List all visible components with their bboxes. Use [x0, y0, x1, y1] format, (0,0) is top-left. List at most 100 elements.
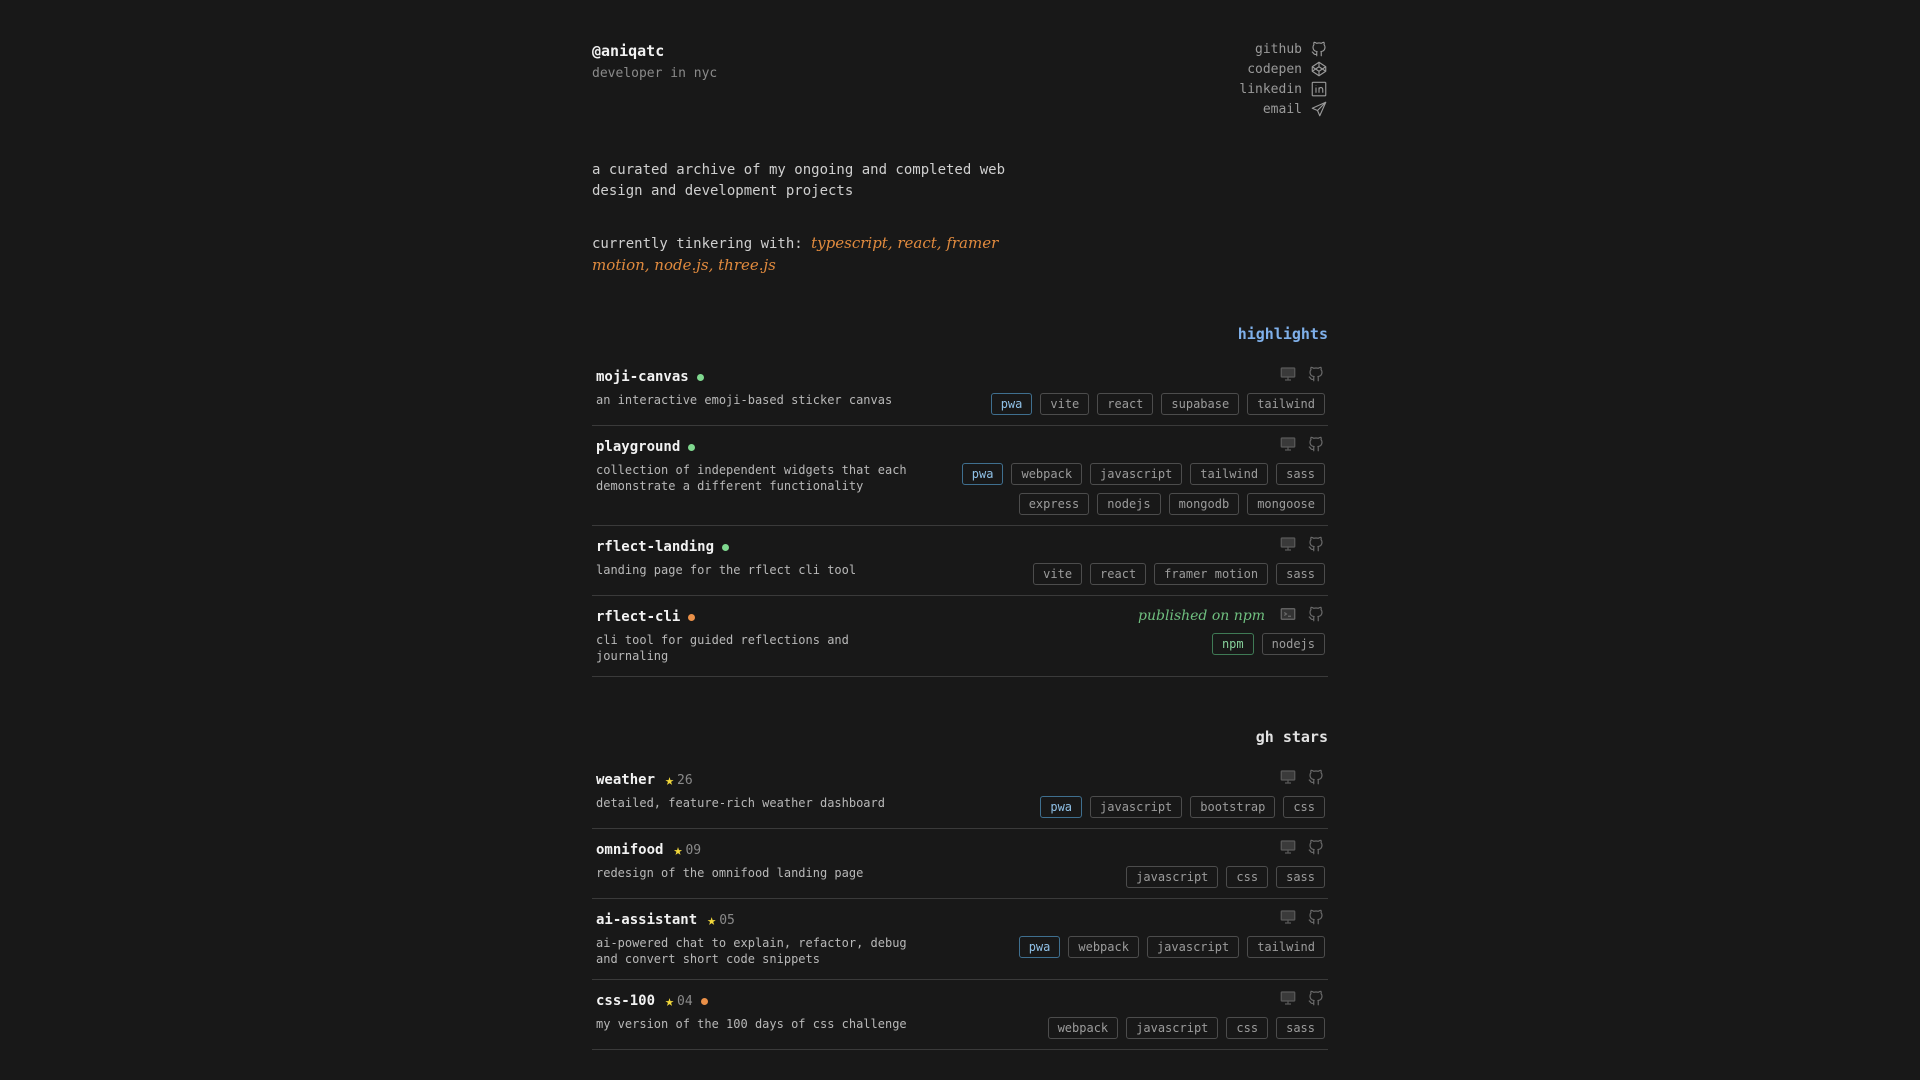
project-name[interactable]: moji-canvas [596, 369, 689, 385]
monitor-icon [1280, 991, 1296, 1005]
linkedin-link[interactable]: linkedin [1239, 80, 1328, 98]
github-icon [1308, 769, 1323, 785]
project-name[interactable]: rflect-landing [596, 539, 714, 555]
send-icon [1311, 101, 1327, 117]
project-meta: vite react framer motion sass [1033, 535, 1325, 585]
project-name[interactable]: css-100 [596, 993, 655, 1009]
tinkering-text: currently tinkering with: typescript, re… [592, 233, 1012, 277]
github-link[interactable] [1307, 768, 1325, 790]
github-link[interactable] [1307, 989, 1325, 1011]
project-name[interactable]: weather [596, 772, 655, 788]
project-meta: published on npm npm nodejs [1138, 605, 1325, 655]
github-link[interactable] [1307, 605, 1325, 627]
header: @aniqatc developer in nyc github codepen… [592, 0, 1328, 140]
tag-list: webpack javascript css sass [1047, 1017, 1325, 1039]
tech-tag: nodejs [1261, 633, 1325, 655]
star-count: 05 [719, 912, 735, 928]
tech-tag: nodejs [1097, 493, 1161, 515]
monitor-link[interactable] [1279, 838, 1297, 860]
tag-list: pwa webpack javascript tailwind [1018, 936, 1325, 958]
tech-tag: webpack [1011, 463, 1083, 485]
github-link[interactable] [1307, 535, 1325, 557]
tag-list: vite react framer motion sass [1033, 563, 1325, 585]
terminal-icon [1280, 608, 1296, 620]
tech-tag: vite [1040, 393, 1090, 415]
monitor-link[interactable] [1279, 989, 1297, 1011]
linkedin-link-label: linkedin [1239, 81, 1302, 97]
star-count: 09 [685, 842, 702, 858]
codepen-link[interactable]: codepen [1247, 60, 1328, 78]
tech-tag: css [1283, 796, 1325, 818]
project-links [1279, 908, 1325, 930]
project-description: redesign of the omnifood landing page [596, 866, 864, 880]
project-meta: pwa vite react supabase tailwind [990, 365, 1325, 415]
github-link[interactable] [1307, 908, 1325, 930]
email-link[interactable]: email [1263, 100, 1328, 118]
project-name[interactable]: playground [596, 439, 680, 455]
monitor-link[interactable] [1279, 908, 1297, 930]
tech-tag: vite [1033, 563, 1083, 585]
monitor-icon [1280, 840, 1296, 854]
project-description: landing page for the rflect cli tool [596, 563, 857, 577]
project-description: cli tool for guided reflections and jour… [596, 633, 849, 663]
github-link[interactable] [1307, 365, 1325, 387]
github-icon [1308, 606, 1323, 622]
tech-tag: css [1226, 866, 1269, 888]
project-links: published on npm [1138, 605, 1325, 627]
tech-tag: tailwind [1190, 463, 1269, 485]
github-icon [1308, 366, 1323, 382]
github-link-label: github [1255, 41, 1302, 57]
monitor-link[interactable] [1279, 535, 1297, 557]
project-item: moji-canvas an interactive emoji-based st… [592, 356, 1328, 426]
tag-list: pwa vite react supabase tailwind [990, 393, 1325, 415]
github-link[interactable]: github [1255, 40, 1328, 58]
github-link[interactable] [1307, 838, 1325, 860]
tag-list: javascript css sass [1126, 866, 1325, 888]
tech-tag: sass [1276, 463, 1325, 485]
email-link-label: email [1262, 101, 1302, 117]
project-description: collection of independent widgets that e… [596, 463, 907, 493]
published-note: published on npm [1138, 608, 1265, 624]
tech-tag: sass [1276, 1017, 1325, 1039]
tech-tag: javascript [1090, 796, 1183, 818]
project-name[interactable]: omnifood [596, 842, 663, 858]
status-dot [700, 997, 708, 1005]
project-links [1279, 365, 1325, 387]
tech-tag: bootstrap [1190, 796, 1276, 818]
star-count: 04 [677, 993, 693, 1009]
project-description: detailed, feature-rich weather dashboard [596, 796, 885, 810]
github-link[interactable] [1307, 435, 1325, 457]
tech-tag: javascript [1146, 936, 1240, 958]
github-icon [1311, 41, 1326, 57]
terminal-link[interactable] [1279, 605, 1297, 627]
site-handle: @aniqatc [592, 42, 665, 60]
project-item: ai-assistant ★ 05 ai-powered chat to explai… [592, 899, 1328, 980]
status-dot [688, 443, 696, 451]
status-dot [688, 613, 696, 621]
project-links [1279, 838, 1325, 860]
social-links: github codepen linkedin email [1239, 40, 1328, 118]
tech-tag: webpack [1068, 936, 1139, 958]
monitor-link[interactable] [1279, 435, 1297, 457]
project-description: my version of the 100 days of css challe… [596, 1017, 907, 1031]
site-subtitle: developer in nyc [592, 66, 718, 81]
tech-tag: pwa [1040, 796, 1083, 818]
monitor-link[interactable] [1279, 365, 1297, 387]
tech-tag: tailwind [1247, 393, 1325, 415]
monitor-link[interactable] [1279, 768, 1297, 790]
monitor-icon [1280, 770, 1296, 784]
project-item: playground collection of independent widg… [592, 426, 1328, 526]
project-meta: pwa webpack javascript tailwind [1018, 908, 1325, 958]
tech-tag: pwa [990, 393, 1033, 415]
tech-tag: express [1018, 493, 1090, 515]
tag-list: pwa webpack javascript tailwind sass express n… [945, 463, 1325, 515]
project-links [1279, 768, 1325, 790]
project-meta: webpack javascript css sass [1047, 989, 1325, 1039]
project-name[interactable]: ai-assistant [596, 912, 697, 928]
highlights-list: moji-canvas an interactive emoji-based st… [592, 356, 1328, 677]
project-links [1279, 535, 1325, 557]
tag-list: npm nodejs [1211, 633, 1325, 655]
tech-tag: mongoose [1247, 493, 1325, 515]
tech-tag: webpack [1047, 1017, 1119, 1039]
project-name[interactable]: rflect-cli [596, 609, 680, 625]
